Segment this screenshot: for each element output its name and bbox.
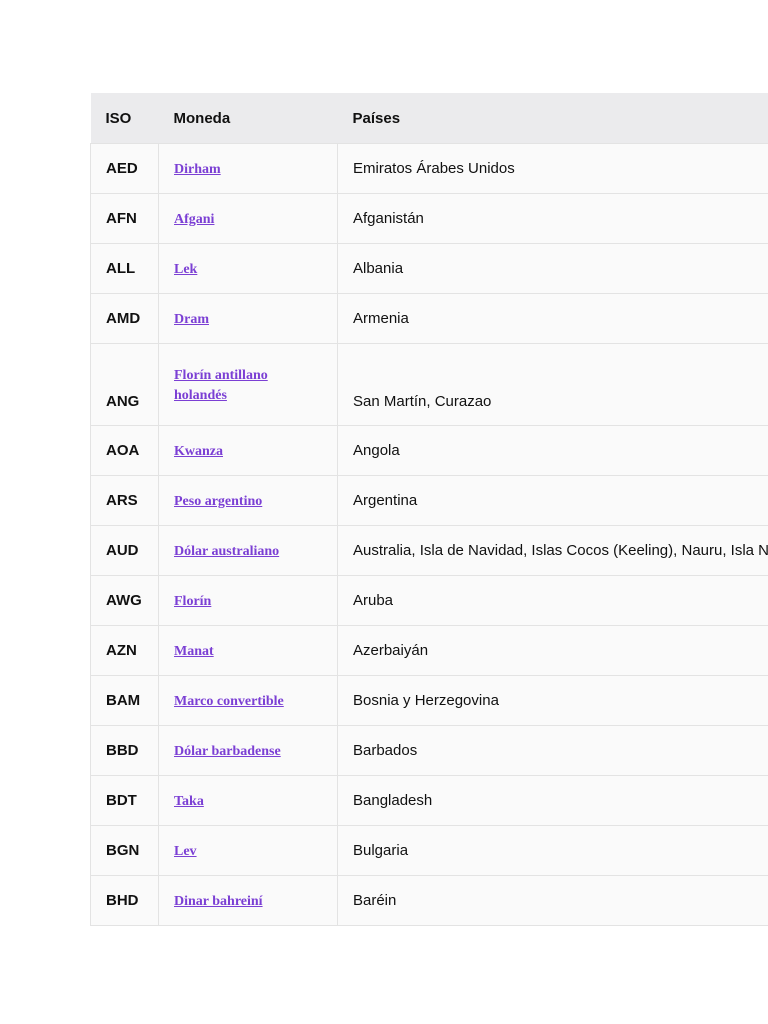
currency-link[interactable]: Manat [174, 644, 214, 659]
header-countries: Países [337, 93, 768, 144]
currency-link[interactable]: Dólar barbadense [174, 744, 281, 759]
currency-link[interactable]: Dirham [174, 162, 221, 177]
table-row: BBD Dólar barbadense Barbados [90, 725, 768, 776]
countries-cell: San Martín, Curazao [337, 343, 768, 426]
currency-cell: Lek [158, 243, 338, 294]
iso-code: AUD [90, 525, 159, 576]
currency-cell: Dram [158, 293, 338, 344]
countries-cell: Bulgaria [337, 825, 768, 876]
table-row: AFN Afgani Afganistán [90, 193, 768, 244]
currency-link[interactable]: Florín antillano holandés [174, 368, 268, 403]
iso-code: ARS [90, 475, 159, 526]
table-row: AMD Dram Armenia [90, 293, 768, 344]
countries-cell: Australia, Isla de Navidad, Islas Cocos … [337, 525, 768, 576]
countries-cell: Emiratos Árabes Unidos [337, 143, 768, 194]
table-row: ANG Florín antillano holandés San Martín… [90, 343, 768, 426]
currency-table: ISO Moneda Países AED Dirham Emiratos Ár… [90, 93, 768, 926]
currency-cell: Dinar bahreiní [158, 875, 338, 926]
currency-link[interactable]: Afgani [174, 212, 214, 227]
table-row: AWG Florín Aruba [90, 575, 768, 626]
countries-cell: Armenia [337, 293, 768, 344]
iso-code: BBD [90, 725, 159, 776]
countries-cell: Albania [337, 243, 768, 294]
currency-cell: Kwanza [158, 425, 338, 476]
table-header: ISO Moneda Países [90, 93, 768, 144]
currency-link[interactable]: Marco convertible [174, 694, 284, 709]
iso-code: AWG [90, 575, 159, 626]
countries-cell: Barbados [337, 725, 768, 776]
currency-cell: Florín antillano holandés [158, 343, 338, 426]
currency-cell: Peso argentino [158, 475, 338, 526]
iso-code: AZN [90, 625, 159, 676]
currency-link[interactable]: Dinar bahreiní [174, 894, 263, 909]
countries-cell: Argentina [337, 475, 768, 526]
iso-code: ALL [90, 243, 159, 294]
page: ISO Moneda Países AED Dirham Emiratos Ár… [0, 0, 768, 1024]
header-currency: Moneda [158, 93, 338, 144]
countries-cell: Bosnia y Herzegovina [337, 675, 768, 726]
countries-cell: Baréin [337, 875, 768, 926]
currency-cell: Taka [158, 775, 338, 826]
currency-cell: Marco convertible [158, 675, 338, 726]
currency-link[interactable]: Florín [174, 594, 211, 609]
table-row: BAM Marco convertible Bosnia y Herzegovi… [90, 675, 768, 726]
currency-cell: Manat [158, 625, 338, 676]
currency-link[interactable]: Dólar australiano [174, 544, 279, 559]
iso-code: BDT [90, 775, 159, 826]
currency-link[interactable]: Lek [174, 262, 197, 277]
countries-cell: Bangladesh [337, 775, 768, 826]
table-row: AZN Manat Azerbaiyán [90, 625, 768, 676]
table-row: AED Dirham Emiratos Árabes Unidos [90, 143, 768, 194]
countries-cell: Afganistán [337, 193, 768, 244]
countries-cell: Aruba [337, 575, 768, 626]
table-row: BHD Dinar bahreiní Baréin [90, 875, 768, 926]
iso-code: AOA [90, 425, 159, 476]
table-row: ARS Peso argentino Argentina [90, 475, 768, 526]
table-row: AOA Kwanza Angola [90, 425, 768, 476]
table-row: BGN Lev Bulgaria [90, 825, 768, 876]
iso-code: AED [90, 143, 159, 194]
currency-cell: Lev [158, 825, 338, 876]
currency-link[interactable]: Dram [174, 312, 209, 327]
currency-link[interactable]: Peso argentino [174, 494, 262, 509]
table-row: ALL Lek Albania [90, 243, 768, 294]
iso-code: BHD [90, 875, 159, 926]
currency-link[interactable]: Lev [174, 844, 197, 859]
countries-cell: Angola [337, 425, 768, 476]
iso-code: BAM [90, 675, 159, 726]
header-iso: ISO [90, 93, 159, 144]
currency-cell: Afgani [158, 193, 338, 244]
currency-link[interactable]: Taka [174, 794, 204, 809]
table-row: AUD Dólar australiano Australia, Isla de… [90, 525, 768, 576]
iso-code: BGN [90, 825, 159, 876]
currency-cell: Dólar barbadense [158, 725, 338, 776]
currency-cell: Florín [158, 575, 338, 626]
currency-link[interactable]: Kwanza [174, 444, 223, 459]
iso-code: ANG [90, 343, 159, 426]
table-body: AED Dirham Emiratos Árabes Unidos AFN Af… [90, 143, 768, 926]
table-row: BDT Taka Bangladesh [90, 775, 768, 826]
currency-cell: Dirham [158, 143, 338, 194]
currency-cell: Dólar australiano [158, 525, 338, 576]
iso-code: AMD [90, 293, 159, 344]
iso-code: AFN [90, 193, 159, 244]
countries-cell: Azerbaiyán [337, 625, 768, 676]
header-row: ISO Moneda Países [90, 93, 768, 144]
